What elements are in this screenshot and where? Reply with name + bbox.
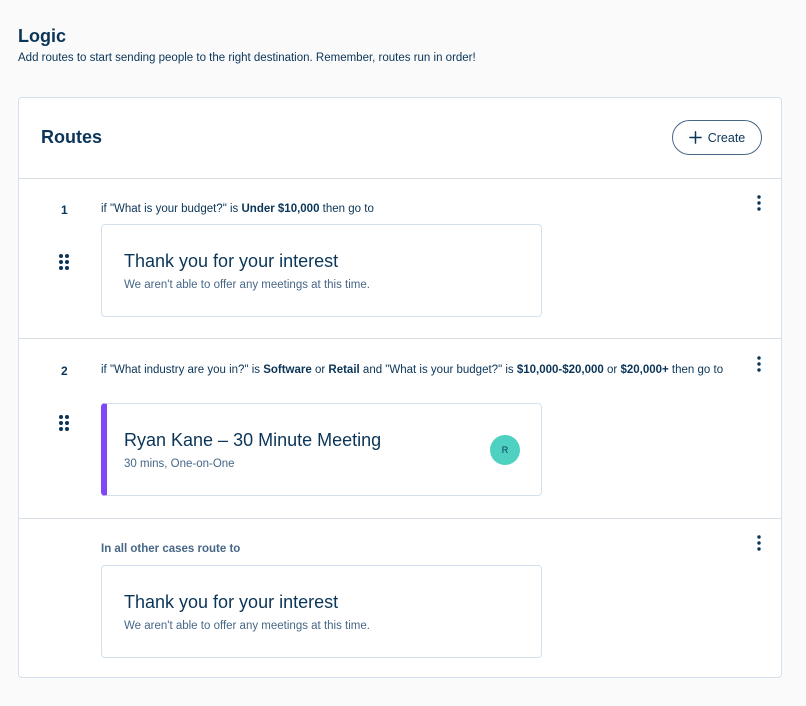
fallback-route-row: In all other cases route to Thank you fo… (19, 519, 781, 677)
condition-value: $20,000+ (620, 364, 669, 376)
condition-text: if "What is your budget?" is (101, 203, 242, 215)
condition-text: then go to (668, 364, 724, 376)
page-title: Logic (18, 26, 66, 46)
drag-handle-icon[interactable] (58, 253, 70, 271)
more-vertical-icon[interactable] (754, 355, 764, 373)
plus-icon (688, 131, 702, 144)
more-vertical-icon[interactable] (754, 534, 764, 552)
condition-text: and "What is your budget?" is (359, 364, 517, 376)
condition-value: Retail (328, 364, 360, 376)
route-row: 2 if "What industry are you in?" is Soft… (19, 339, 781, 519)
create-button-label: Create (707, 130, 746, 145)
page-subtitle: Add routes to start sending people to th… (18, 52, 476, 64)
route-destination-card[interactable]: Thank you for your interest We aren't ab… (101, 224, 542, 317)
destination-title: Thank you for your interest (124, 251, 339, 271)
condition-value: $10,000-$20,000 (516, 364, 604, 376)
fallback-destination-card[interactable]: Thank you for your interest We aren't ab… (101, 565, 542, 658)
destination-subtitle: We aren't able to offer any meetings at … (124, 279, 370, 291)
destination-subtitle: We aren't able to offer any meetings at … (124, 620, 370, 632)
routes-card-header: Routes Create (19, 98, 781, 179)
route-number: 2 (61, 364, 68, 378)
destination-title: Thank you for your interest (124, 592, 339, 612)
route-row: 1 if "What is your budget?" is Under $10… (19, 178, 781, 339)
route-condition: if "What industry are you in?" is Softwa… (101, 361, 726, 379)
destination-subtitle: 30 mins, One-on-One (124, 458, 235, 470)
condition-text: or (603, 364, 621, 376)
route-number: 1 (61, 203, 68, 217)
drag-handle-icon[interactable] (58, 414, 70, 432)
destination-title: Ryan Kane – 30 Minute Meeting (124, 430, 382, 450)
condition-text: if "What industry are you in?" is (101, 364, 264, 376)
route-condition: if "What is your budget?" is Under $10,0… (101, 200, 726, 218)
routes-title: Routes (41, 127, 103, 147)
create-route-button[interactable]: Create (672, 120, 762, 155)
condition-text: then go to (319, 203, 374, 215)
condition-value: Under $10,000 (241, 203, 320, 215)
condition-text: or (311, 364, 329, 376)
more-vertical-icon[interactable] (754, 194, 764, 212)
routes-card: Routes Create 1 if "What is your budget?… (18, 97, 782, 678)
condition-value: Software (263, 364, 312, 376)
route-destination-card[interactable]: Ryan Kane – 30 Minute Meeting 30 mins, O… (101, 403, 542, 496)
avatar: R (490, 435, 520, 465)
fallback-label: In all other cases route to (101, 543, 241, 555)
